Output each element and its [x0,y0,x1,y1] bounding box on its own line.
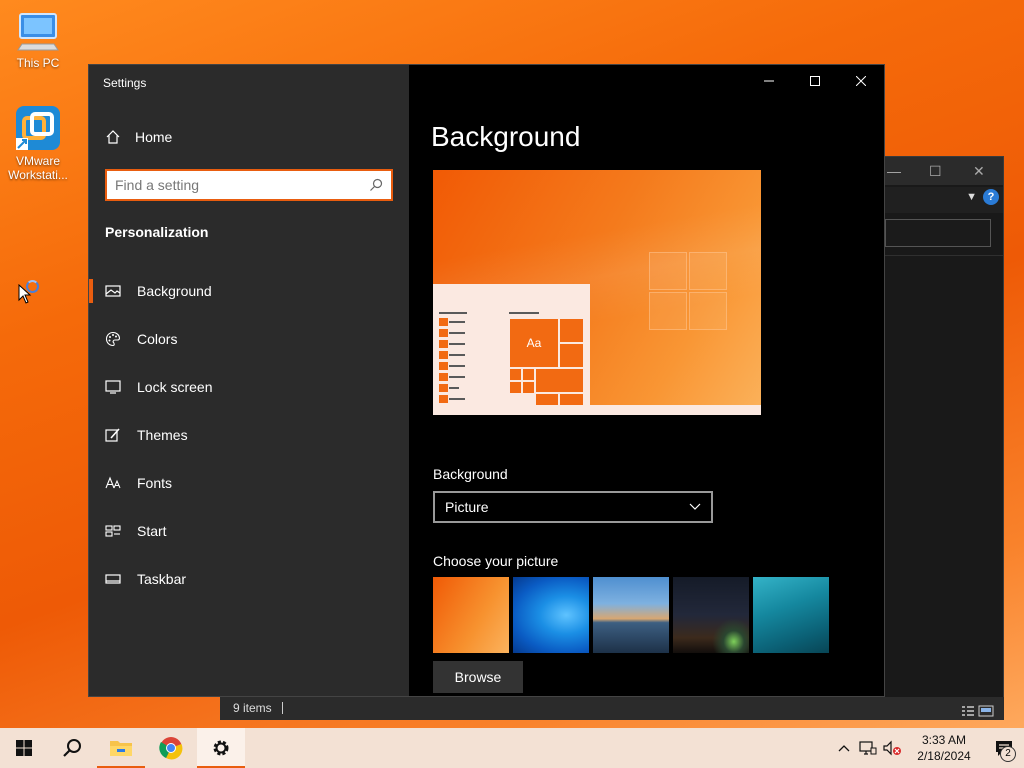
search-icon[interactable] [369,178,383,192]
lock-screen-icon [105,380,121,394]
search-box[interactable] [105,169,393,201]
background-type-label: Background [433,466,508,482]
view-toggle[interactable] [961,702,994,725]
home-icon [106,130,120,144]
large-icons-view-icon[interactable] [978,705,994,717]
desktop-icon-vmware[interactable]: VMware Workstati... [2,104,74,182]
browse-button[interactable]: Browse [433,661,523,693]
windows-logo-reflection [649,252,729,332]
status-item-count: 9 items [233,701,272,715]
windows-logo-icon [16,740,32,756]
explorer-content-pane [881,261,1003,719]
clock[interactable]: 3:33 AM 2/18/2024 [904,732,984,764]
maximize-icon[interactable]: ☐ [929,163,942,180]
thumbnail-blue-windows[interactable] [513,577,589,653]
chevron-down-icon [689,503,701,510]
choose-picture-label: Choose your picture [433,553,559,569]
settings-taskbar-button[interactable] [197,728,245,768]
taskbar: 3:33 AM 2/18/2024 2 [0,728,1024,768]
preview-taskbar [433,405,761,415]
nav-item-colors[interactable]: Colors [89,315,409,363]
search-icon [63,739,81,757]
gear-icon [213,740,229,756]
this-pc-icon [17,13,59,51]
show-hidden-icons-button[interactable] [832,728,856,768]
network-button[interactable] [856,728,880,768]
folder-icon [110,741,132,756]
clock-time: 3:33 AM [921,733,967,747]
themes-brush-icon [105,428,120,442]
page-title: Background [431,121,581,152]
nav-item-start[interactable]: Start [89,507,409,555]
divider [281,702,283,714]
nav-item-label: Colors [137,331,178,347]
address-bar[interactable] [885,219,991,247]
file-explorer-button[interactable] [97,728,145,768]
busy-spinner-icon [26,280,39,293]
volume-button[interactable] [880,728,904,768]
details-view-icon[interactable] [961,705,975,717]
thumbnail-orange-windows[interactable] [433,577,509,653]
nav-item-taskbar[interactable]: Taskbar [89,555,409,603]
dropdown-value: Picture [445,499,489,515]
desktop-icon-this-pc[interactable]: This PC [2,10,74,70]
explorer-statusbar: 9 items [220,697,1004,720]
thumbnail-beach-rocks[interactable] [593,577,669,653]
chevron-up-icon [838,745,850,752]
help-icon[interactable]: ? [983,189,999,205]
action-center-button[interactable]: 2 [984,728,1024,768]
settings-window[interactable]: Settings Home Personalization Background… [88,64,885,697]
network-icon [859,741,877,755]
window-title: Settings [103,76,147,90]
chrome-button[interactable] [147,728,195,768]
close-icon[interactable]: ✕ [973,163,985,180]
system-tray: 3:33 AM 2/18/2024 2 [832,728,1024,768]
explorer-titlebar[interactable]: — ☐ ✕ [881,157,1003,185]
desktop-icon-label: VMware Workstati... [8,154,68,182]
thumbnail-night-sky[interactable] [673,577,749,653]
preview-start-menu: Aa [433,284,590,415]
preview-tile: Aa [509,318,559,368]
divider [881,255,1003,256]
palette-icon [105,331,121,347]
nav-item-fonts[interactable]: Fonts [89,459,409,507]
nav-item-label: Taskbar [137,571,187,587]
nav-item-label: Fonts [137,475,173,491]
clock-date: 2/18/2024 [917,749,971,763]
desktop-icon-label: This PC [16,56,60,70]
taskbar-icon [105,574,121,584]
background-preview: Aa [433,170,761,415]
chrome-icon [159,737,183,760]
home-label: Home [135,129,173,145]
settings-sidebar: Settings Home Personalization Background… [89,65,409,696]
notification-count-badge: 2 [1000,746,1016,762]
nav-item-label: Lock screen [137,379,213,395]
nav-item-label: Background [137,283,212,299]
settings-nav: Background Colors Lock screen Themes Fon… [89,267,409,603]
nav-item-background[interactable]: Background [89,267,409,315]
picture-icon [105,285,121,297]
search-input[interactable] [115,177,369,193]
explorer-window[interactable]: — ☐ ✕ ▼ ? [880,156,1004,720]
nav-item-label: Themes [137,427,188,443]
start-button[interactable] [0,728,48,768]
section-title: Personalization [105,224,209,240]
volume-muted-icon [883,740,901,756]
background-type-dropdown[interactable]: Picture [433,491,713,523]
fonts-icon [105,476,121,489]
nav-item-themes[interactable]: Themes [89,411,409,459]
minimize-icon[interactable]: — [887,163,901,179]
nav-item-lock-screen[interactable]: Lock screen [89,363,409,411]
chevron-down-icon[interactable]: ▼ [966,191,977,203]
search-button[interactable] [48,728,96,768]
home-link[interactable]: Home [105,129,172,145]
thumbnail-underwater[interactable] [753,577,829,653]
picture-thumbnails [433,577,829,653]
settings-content: Background Aa Background Picture Choose … [409,65,884,696]
vmware-icon [16,106,60,150]
start-grid-icon [105,525,121,537]
nav-item-label: Start [137,523,167,539]
